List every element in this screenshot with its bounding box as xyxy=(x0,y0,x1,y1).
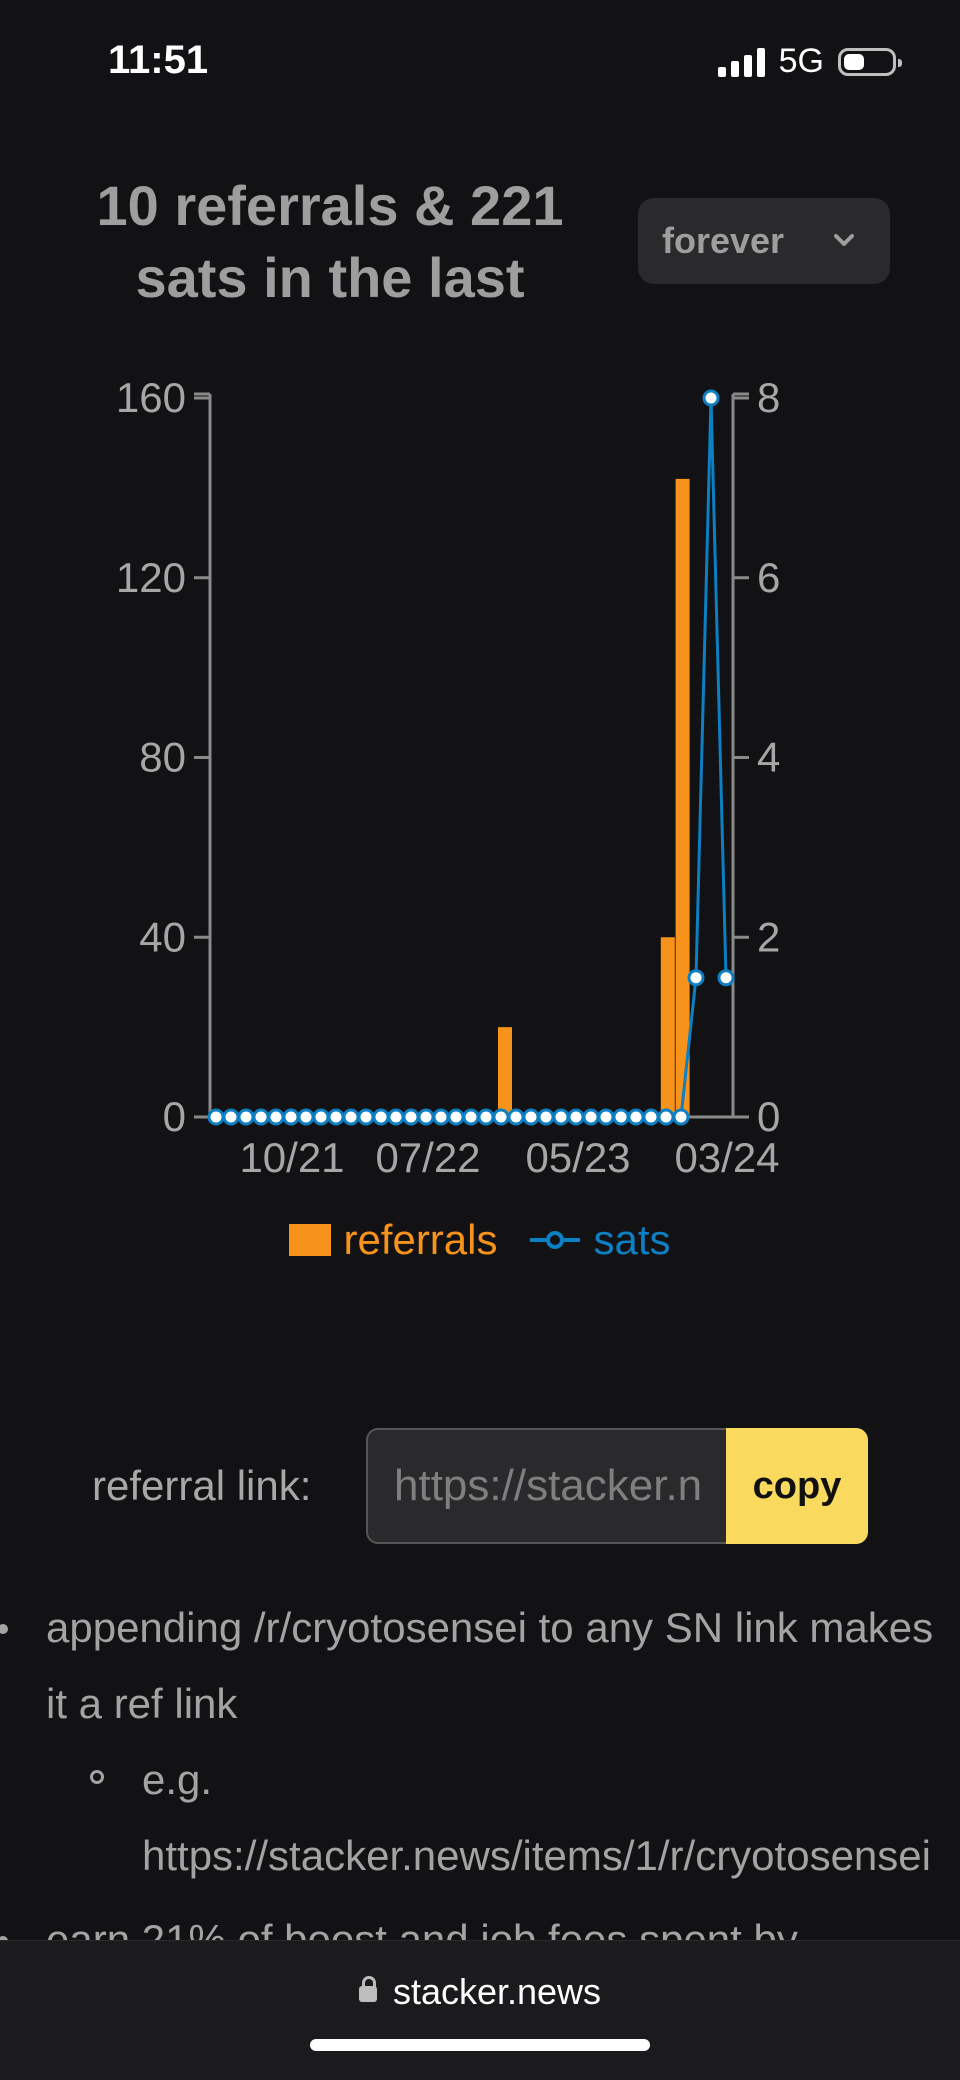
sats-point xyxy=(252,1108,270,1126)
sats-point xyxy=(717,969,735,987)
sats-point xyxy=(477,1108,495,1126)
left-tick-label: 0 xyxy=(163,1093,186,1140)
bar-referrals xyxy=(660,937,675,1117)
sats-point xyxy=(432,1108,450,1126)
sats-point xyxy=(417,1108,435,1126)
sats-point xyxy=(492,1108,510,1126)
sats-point xyxy=(207,1108,225,1126)
sats-point xyxy=(702,389,720,407)
sats-point xyxy=(222,1108,240,1126)
left-tick-label: 160 xyxy=(116,374,186,421)
right-tick-label: 2 xyxy=(757,913,780,960)
sats-point xyxy=(237,1108,255,1126)
chart-legend: referrals sats xyxy=(0,1216,960,1264)
referral-link-group: copy xyxy=(366,1428,868,1544)
right-tick-label: 6 xyxy=(757,554,780,601)
sats-point xyxy=(327,1108,345,1126)
sats-point xyxy=(627,1108,645,1126)
sats-point xyxy=(567,1108,585,1126)
left-tick-label: 120 xyxy=(116,554,186,601)
legend-sats[interactable]: sats xyxy=(528,1216,671,1264)
lock-icon xyxy=(358,1976,377,2003)
referral-chart: 0 40 80 120 160 0 2 4 6 8 10/21 07/22 05/23 03/24 xyxy=(116,374,780,1181)
x-tick-label: 07/22 xyxy=(375,1134,480,1181)
status-time: 11:51 xyxy=(108,38,209,82)
right-tick-label: 8 xyxy=(757,374,780,421)
network-label: 5G xyxy=(778,42,824,80)
home-indicator[interactable] xyxy=(310,2039,650,2051)
sub-item-label: e.g. xyxy=(142,1756,213,1803)
left-tick-label: 80 xyxy=(139,734,186,781)
list-item-1-line2: it a ref link xyxy=(46,1680,238,1727)
example-link[interactable]: https://stacker.news/items/1/r/cryotosen… xyxy=(142,1818,931,1894)
legend-label-referrals: referrals xyxy=(343,1216,498,1263)
sats-point xyxy=(537,1108,555,1126)
x-tick-label: 03/24 xyxy=(674,1134,779,1181)
page-title: 10 referrals & 221 sats in the last xyxy=(96,174,564,309)
sats-point xyxy=(612,1108,630,1126)
sats-point xyxy=(522,1108,540,1126)
sats-point xyxy=(507,1108,525,1126)
legend-label-sats: sats xyxy=(593,1216,671,1263)
referral-link-input[interactable] xyxy=(366,1428,726,1544)
bar-referrals xyxy=(498,1027,512,1117)
time-range-select[interactable]: forever xyxy=(638,198,890,284)
battery-icon xyxy=(838,47,902,76)
sats-point xyxy=(387,1108,405,1126)
legend-referrals[interactable]: referrals xyxy=(289,1216,498,1264)
sats-point xyxy=(282,1108,300,1126)
x-tick-label: 10/21 xyxy=(239,1134,344,1181)
left-tick-label: 40 xyxy=(139,913,186,960)
sats-point xyxy=(552,1108,570,1126)
legend-line-sats xyxy=(529,1231,580,1249)
sats-point xyxy=(657,1108,675,1126)
chevron-down-icon xyxy=(834,234,854,246)
sats-point xyxy=(582,1108,600,1126)
sats-point xyxy=(402,1108,420,1126)
sats-point xyxy=(672,1108,690,1126)
sats-point xyxy=(597,1108,615,1126)
sats-point xyxy=(267,1108,285,1126)
time-range-value: forever xyxy=(662,220,785,261)
bar-referrals xyxy=(675,478,690,1117)
browser-bottom-bar: stacker.news xyxy=(0,1940,960,2080)
address-bar[interactable]: stacker.news xyxy=(0,1971,960,2013)
right-tick-label: 0 xyxy=(757,1093,780,1140)
sub-bullet-ring xyxy=(90,1770,104,1784)
right-tick-label: 4 xyxy=(757,734,780,781)
sats-point xyxy=(687,969,705,987)
sats-point xyxy=(297,1108,315,1126)
sats-point xyxy=(372,1108,390,1126)
sats-point xyxy=(447,1108,465,1126)
sats-point xyxy=(312,1108,330,1126)
domain-label: stacker.news xyxy=(392,1971,602,2012)
sats-point xyxy=(642,1108,660,1126)
x-tick-label: 05/23 xyxy=(525,1134,630,1181)
referral-link-label: referral link: xyxy=(92,1462,312,1509)
signal-icon xyxy=(717,47,765,77)
sats-point xyxy=(342,1108,360,1126)
sats-line xyxy=(216,397,728,1119)
sats-point xyxy=(462,1108,480,1126)
bullet-dot xyxy=(0,1624,8,1634)
list-item-1-line1: appending /r/cryotosensei to any SN link… xyxy=(46,1604,934,1651)
copy-button[interactable]: copy xyxy=(726,1428,868,1544)
status-indicators: 5G xyxy=(717,42,902,81)
legend-swatch-referrals xyxy=(289,1224,332,1256)
sats-point xyxy=(357,1108,375,1126)
